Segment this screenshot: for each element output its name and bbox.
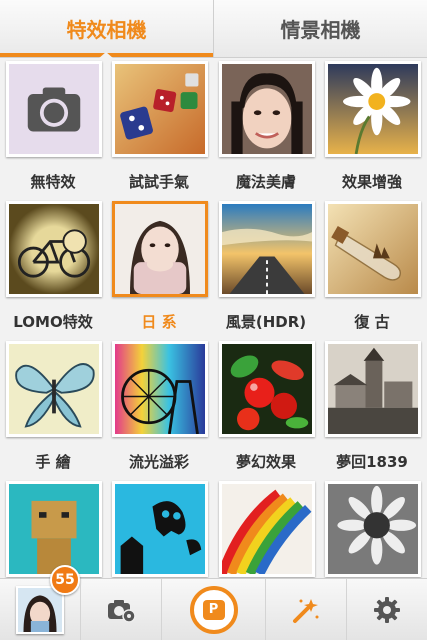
effects-grid: 無特效 試試手氣 魔法美膚 效果增強 LOMO特效 日 系 風景(HDR) 復 … [0,58,427,578]
magic-wand-button[interactable] [265,579,346,640]
effect-label: 手 繪 [35,453,71,471]
tab-scene-camera[interactable]: 情景相機 [213,0,427,57]
effect-item-lomo[interactable]: LOMO特效 [0,201,106,341]
camera-settings-button[interactable] [79,579,161,640]
effect-thumb-enhance [325,61,421,157]
effect-item-none[interactable]: 無特效 [0,61,106,201]
effect-thumb-random [112,61,208,157]
effect-thumb-lomo [6,201,102,297]
effect-item-hdr[interactable]: 風景(HDR) [213,201,319,341]
settings-button[interactable] [346,579,427,640]
effect-thumb-16 [325,481,421,577]
effect-item-beauty[interactable]: 魔法美膚 [213,61,319,201]
effect-thumb-dreamy [219,341,315,437]
effect-tabs: 特效相機 情景相機 [0,0,427,58]
tab-effect-camera[interactable]: 特效相機 [0,0,213,57]
effect-item-15[interactable] [213,481,319,578]
effect-thumb-beauty [219,61,315,157]
effect-item-flowlight[interactable]: 流光溢彩 [106,341,212,481]
effect-label: 復 古 [354,313,390,331]
effect-thumb-none [6,61,102,157]
effect-thumb-hdr [219,201,315,297]
effect-thumb-13 [6,481,102,577]
effect-label: LOMO特效 [13,313,93,331]
effect-thumb-sketch [6,341,102,437]
effect-label: 夢幻效果 [235,453,296,471]
effect-thumb-flowlight [112,341,208,437]
effect-thumb-1839 [325,341,421,437]
effect-item-retro[interactable]: 復 古 [319,201,425,341]
effect-item-japanese[interactable]: 日 系 [106,201,212,341]
effect-item-16[interactable] [319,481,425,578]
gear-icon [374,596,401,623]
effect-item-enhance[interactable]: 效果增強 [319,61,425,201]
effect-label: 無特效 [30,173,76,191]
effect-item-dreamy[interactable]: 夢幻效果 [213,341,319,481]
effect-thumb-japanese [112,201,208,297]
effect-thumb-retro [325,201,421,297]
effect-thumb-14 [112,481,208,577]
effect-label: 風景(HDR) [225,313,307,331]
camera-settings-icon [107,599,136,623]
effect-item-14[interactable] [106,481,212,578]
effect-label: 試試手氣 [128,173,189,191]
notification-badge: 55 [50,565,80,595]
bottom-toolbar: 55 P [0,565,427,640]
gallery-button[interactable]: 55 [0,565,80,640]
shutter-icon: P [189,585,238,634]
effect-label: 夢回1839 [336,453,408,471]
magic-wand-icon [293,598,319,623]
effect-label: 日 系 [141,313,177,331]
effect-item-1839[interactable]: 夢回1839 [319,341,425,481]
camera-icon [9,64,99,154]
effect-item-13[interactable] [0,481,106,578]
effect-item-sketch[interactable]: 手 繪 [0,341,106,481]
effect-thumb-15 [219,481,315,577]
effect-label: 魔法美膚 [235,173,296,191]
effect-label: 效果增強 [341,173,402,191]
shutter-button[interactable]: P [160,579,266,640]
effect-item-random[interactable]: 試試手氣 [106,61,212,201]
effect-label: 流光溢彩 [128,453,189,471]
